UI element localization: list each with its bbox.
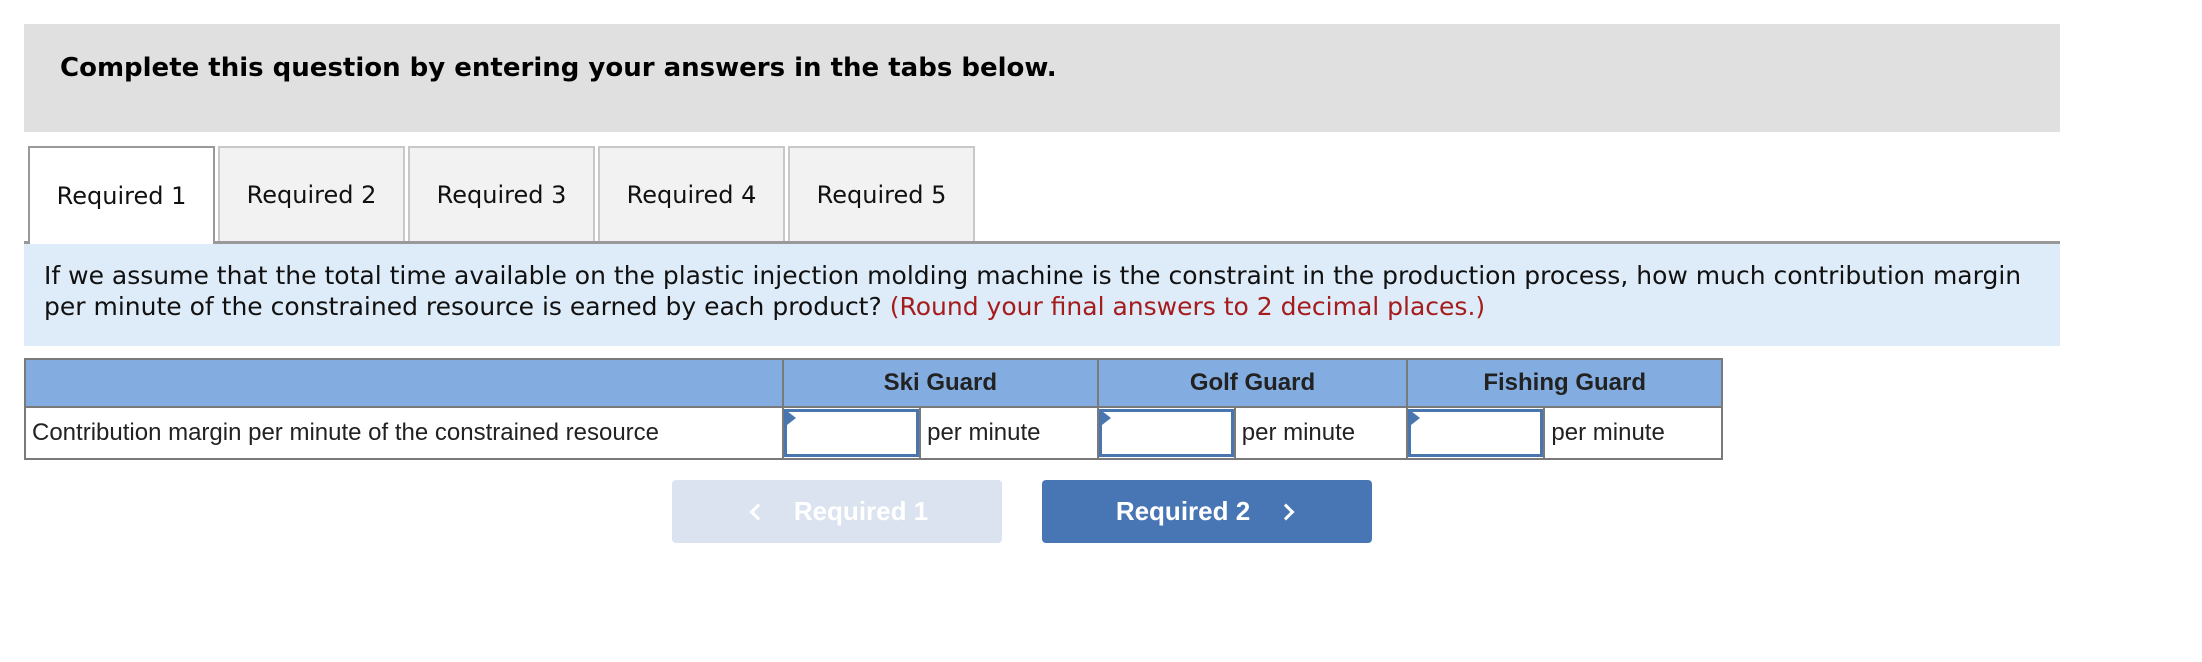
input-marker-icon (1411, 411, 1421, 425)
instruction-text: Complete this question by entering your … (60, 53, 1057, 83)
next-button-label: Required 2 (1115, 496, 1251, 526)
tab-required-2[interactable]: Required 2 (218, 146, 405, 241)
instruction-banner: Complete this question by entering your … (24, 24, 2060, 132)
golf-guard-input[interactable] (1098, 409, 1234, 457)
ski-guard-input[interactable] (784, 409, 920, 457)
input-marker-icon (1101, 411, 1111, 425)
next-required-button[interactable]: Required 2 (1042, 480, 1372, 543)
fishing-guard-input-cell (1406, 406, 1546, 460)
golf-guard-unit: per minute (1233, 406, 1409, 460)
golf-guard-input-cell (1096, 406, 1236, 460)
ski-guard-input-cell (782, 406, 922, 460)
tab-required-5[interactable]: Required 5 (788, 146, 975, 241)
table-row: Contribution margin per minute of the co… (23, 406, 1723, 460)
fishing-guard-unit: per minute (1543, 406, 1723, 460)
answer-table: Ski Guard Golf Guard Fishing Guard Contr… (23, 358, 1723, 460)
question-prompt: If we assume that the total time availab… (24, 244, 2060, 346)
table-header-row: Ski Guard Golf Guard Fishing Guard (23, 358, 1723, 408)
corner-header (23, 358, 785, 408)
column-header-fishing-guard: Fishing Guard (1406, 358, 1723, 408)
chevron-right-icon (1277, 503, 1295, 520)
ski-guard-unit: per minute (919, 406, 1099, 460)
tab-required-4[interactable]: Required 4 (598, 146, 785, 241)
previous-required-button[interactable]: Required 1 (672, 480, 1002, 543)
column-header-ski-guard: Ski Guard (782, 358, 1099, 408)
input-marker-icon (787, 411, 797, 425)
question-text: If we assume that the total time availab… (44, 260, 2044, 322)
tab-bar: Required 1 Required 2 Required 3 Require… (24, 146, 2060, 244)
chevron-left-icon (749, 503, 767, 520)
tab-required-3[interactable]: Required 3 (408, 146, 595, 241)
tab-required-1[interactable]: Required 1 (28, 146, 215, 244)
row-label: Contribution margin per minute of the co… (23, 406, 785, 460)
rounding-note: (Round your final answers to 2 decimal p… (889, 292, 1486, 321)
previous-button-label: Required 1 (793, 496, 929, 526)
column-header-golf-guard: Golf Guard (1096, 358, 1409, 408)
fishing-guard-input[interactable] (1408, 409, 1544, 457)
